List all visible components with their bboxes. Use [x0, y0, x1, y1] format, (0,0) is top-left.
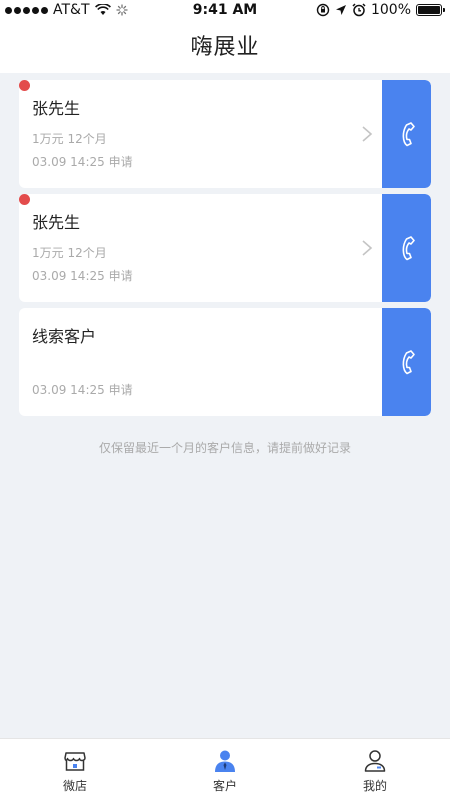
call-button[interactable] — [382, 308, 431, 416]
tab-shop[interactable]: 微店 — [0, 739, 150, 800]
status-right: 100% — [316, 2, 445, 18]
customer-name: 张先生 — [32, 213, 81, 232]
orientation-lock-icon — [316, 3, 330, 17]
tab-label: 客户 — [212, 779, 237, 793]
status-bar: AT&T 9:41 AM 100% — [0, 0, 450, 20]
customer-card[interactable]: 张先生 1万元 12个月 03.09 14:25 申请 — [19, 194, 431, 302]
call-button[interactable] — [382, 194, 431, 302]
chevron-right-icon — [362, 126, 373, 142]
loan-detail: 1万元 12个月 — [32, 132, 107, 146]
unread-dot — [19, 194, 30, 205]
chevron-right-icon — [362, 240, 373, 256]
customer-name: 线索客户 — [32, 327, 97, 346]
unread-dot — [19, 80, 30, 91]
phone-icon — [402, 236, 415, 261]
retention-notice: 仅保留最近一个月的客户信息，请提前做好记录 — [98, 441, 351, 455]
tab-label: 微店 — [62, 779, 87, 793]
customer-card[interactable]: 张先生 1万元 12个月 03.09 14:25 申请 — [19, 80, 431, 188]
apply-time: 03.09 14:25 申请 — [32, 269, 133, 283]
shop-icon — [64, 752, 86, 771]
tab-bar: 微店 客户 我的 — [0, 738, 450, 800]
tab-label: 我的 — [362, 779, 387, 793]
tab-mine[interactable]: 我的 — [300, 739, 450, 800]
profile-icon — [364, 750, 386, 772]
customer-card[interactable]: 线索客户 03.09 14:25 申请 — [19, 308, 431, 416]
apply-time: 03.09 14:25 申请 — [32, 383, 133, 397]
customer-icon — [215, 750, 235, 772]
location-arrow-icon — [335, 5, 346, 15]
loan-detail: 1万元 12个月 — [32, 246, 107, 260]
alarm-clock-icon — [352, 3, 366, 17]
phone-icon — [402, 350, 415, 375]
call-button[interactable] — [382, 80, 431, 188]
battery-percentage: 100% — [370, 2, 411, 18]
battery-icon — [416, 4, 445, 16]
phone-icon — [402, 122, 415, 147]
apply-time: 03.09 14:25 申请 — [32, 155, 133, 169]
customer-name: 张先生 — [32, 99, 81, 118]
nav-bar: 嗨展业 — [0, 20, 450, 73]
tab-customer[interactable]: 客户 — [150, 739, 300, 800]
page-title: 嗨展业 — [190, 35, 260, 60]
customer-list: 张先生 1万元 12个月 03.09 14:25 申请 张先生 1万元 12个月… — [0, 73, 450, 738]
